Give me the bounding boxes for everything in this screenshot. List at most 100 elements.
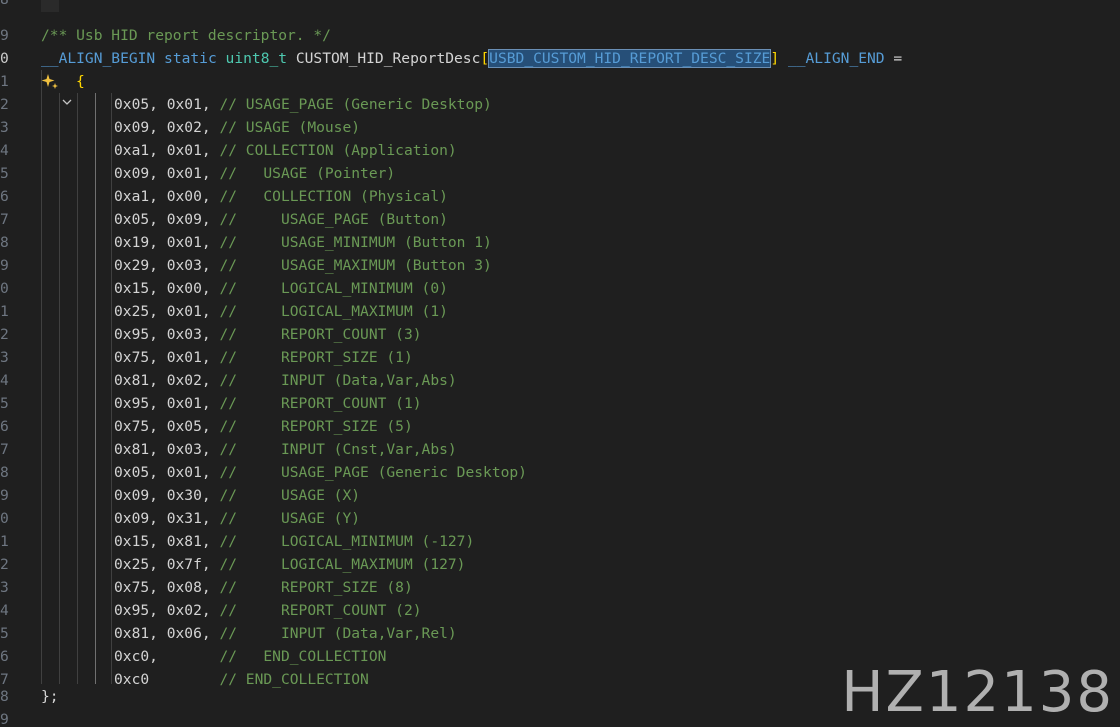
line-number: 4 bbox=[0, 602, 9, 619]
brace-open: { bbox=[76, 73, 85, 90]
descriptor-comment: // LOGICAL_MINIMUM (0) bbox=[219, 280, 448, 297]
descriptor-comment: // LOGICAL_MAXIMUM (1) bbox=[219, 303, 448, 320]
descriptor-comment: // LOGICAL_MAXIMUM (127) bbox=[219, 556, 466, 573]
descriptor-comment: // REPORT_SIZE (5) bbox=[219, 418, 413, 435]
line-number: 8 bbox=[0, 688, 9, 705]
line-number: 3 bbox=[0, 119, 9, 136]
line-number: 5 bbox=[0, 165, 9, 182]
align-end-macro[interactable]: __ALIGN_END bbox=[788, 50, 885, 67]
line-number: 5 bbox=[0, 625, 9, 642]
descriptor-comment: // REPORT_SIZE (1) bbox=[219, 349, 413, 366]
descriptor-line[interactable]: 5 0x81, 0x06, // INPUT (Data,Var,Rel) bbox=[0, 622, 1120, 645]
line-number: 1 bbox=[0, 73, 9, 90]
line-number: 9 bbox=[0, 487, 9, 504]
line-number: 9 bbox=[0, 27, 9, 44]
descriptor-comment: // REPORT_COUNT (3) bbox=[219, 326, 422, 343]
sparkle-icon[interactable] bbox=[40, 72, 60, 92]
line-number: 4 bbox=[0, 372, 9, 389]
type-name[interactable]: uint8_t bbox=[226, 50, 288, 67]
descriptor-bytes: 0x81, 0x02, bbox=[114, 372, 211, 389]
array-name[interactable]: CUSTOM_HID_ReportDesc bbox=[296, 50, 481, 67]
code-line[interactable]: 8 bbox=[0, 0, 1120, 11]
descriptor-comment: // USAGE (Pointer) bbox=[219, 165, 396, 182]
descriptor-line[interactable]: 5 0x09, 0x01, // USAGE (Pointer) bbox=[0, 162, 1120, 185]
descriptor-line[interactable]: 0 0x15, 0x00, // LOGICAL_MINIMUM (0) bbox=[0, 277, 1120, 300]
descriptor-comment: // COLLECTION (Application) bbox=[219, 142, 457, 159]
descriptor-line[interactable]: 3 0x75, 0x01, // REPORT_SIZE (1) bbox=[0, 346, 1120, 369]
line-number: 5 bbox=[0, 395, 9, 412]
descriptor-bytes: 0x15, 0x81, bbox=[114, 533, 211, 550]
descriptor-line[interactable]: 6 0xa1, 0x00, // COLLECTION (Physical) bbox=[0, 185, 1120, 208]
descriptor-bytes: 0x15, 0x00, bbox=[114, 280, 211, 297]
line-number: 0 bbox=[0, 50, 9, 67]
descriptor-bytes: 0x95, 0x01, bbox=[114, 395, 211, 412]
line-number: 3 bbox=[0, 349, 9, 366]
selected-size-macro[interactable]: USBD_CUSTOM_HID_REPORT_DESC_SIZE bbox=[488, 49, 772, 68]
line-number: 3 bbox=[0, 579, 9, 596]
descriptor-bytes: 0x09, 0x31, bbox=[114, 510, 211, 527]
line-number: 9 bbox=[0, 257, 9, 274]
descriptor-bytes: 0x75, 0x08, bbox=[114, 579, 211, 596]
descriptor-line[interactable]: 9 0x09, 0x30, // USAGE (X) bbox=[0, 484, 1120, 507]
descriptor-bytes: 0x81, 0x03, bbox=[114, 441, 211, 458]
line-number: 6 bbox=[0, 188, 9, 205]
descriptor-comment: // USAGE_MAXIMUM (Button 3) bbox=[219, 257, 492, 274]
descriptor-line[interactable]: 7 0x81, 0x03, // INPUT (Cnst,Var,Abs) bbox=[0, 438, 1120, 461]
equals-sign: = bbox=[893, 50, 903, 67]
descriptor-comment: // LOGICAL_MINIMUM (-127) bbox=[219, 533, 475, 550]
descriptor-bytes: 0x05, 0x01, bbox=[114, 96, 211, 113]
line-number: 6 bbox=[0, 648, 9, 665]
line-number: 6 bbox=[0, 418, 9, 435]
descriptor-line[interactable]: 1 0x15, 0x81, // LOGICAL_MINIMUM (-127) bbox=[0, 530, 1120, 553]
descriptor-bytes: 0x29, 0x03, bbox=[114, 257, 211, 274]
line-number: 8 bbox=[0, 464, 9, 481]
descriptor-bytes: 0x95, 0x02, bbox=[114, 602, 211, 619]
line-number: 2 bbox=[0, 96, 9, 113]
descriptor-line[interactable]: 3 0x75, 0x08, // REPORT_SIZE (8) bbox=[0, 576, 1120, 599]
descriptor-line[interactable]: 5 0x95, 0x01, // REPORT_COUNT (1) bbox=[0, 392, 1120, 415]
descriptor-line[interactable]: 3 0x09, 0x02, // USAGE (Mouse) bbox=[0, 116, 1120, 139]
descriptor-line[interactable]: 4 0x95, 0x02, // REPORT_COUNT (2) bbox=[0, 599, 1120, 622]
line-number: 7 bbox=[0, 211, 9, 228]
descriptor-line[interactable]: 2 0x25, 0x7f, // LOGICAL_MAXIMUM (127) bbox=[0, 553, 1120, 576]
descriptor-line[interactable]: 4 0x81, 0x02, // INPUT (Data,Var,Abs) bbox=[0, 369, 1120, 392]
descriptor-comment: // COLLECTION (Physical) bbox=[219, 188, 448, 205]
line-number: 7 bbox=[0, 441, 9, 458]
descriptor-bytes: 0x09, 0x01, bbox=[114, 165, 211, 182]
bracket-open: [ bbox=[480, 50, 490, 67]
descriptor-line[interactable]: 2 0x05, 0x01, // USAGE_PAGE (Generic Desk… bbox=[0, 93, 1120, 116]
align-begin-macro[interactable]: __ALIGN_BEGIN bbox=[41, 50, 155, 67]
descriptor-bytes: 0x05, 0x01, bbox=[114, 464, 211, 481]
descriptor-line[interactable]: 8 0x05, 0x01, // USAGE_PAGE (Generic Desk… bbox=[0, 461, 1120, 484]
descriptor-line[interactable]: 0 0x09, 0x31, // USAGE (Y) bbox=[0, 507, 1120, 530]
descriptor-line[interactable]: 4 0xa1, 0x01, // COLLECTION (Application) bbox=[0, 139, 1120, 162]
descriptor-bytes: 0x19, 0x01, bbox=[114, 234, 211, 251]
descriptor-line[interactable]: 6 0x75, 0x05, // REPORT_SIZE (5) bbox=[0, 415, 1120, 438]
code-line[interactable]: 9 /** Usb HID report descriptor. */ bbox=[0, 24, 1120, 47]
descriptor-line[interactable]: 8 0x19, 0x01, // USAGE_MINIMUM (Button 1) bbox=[0, 231, 1120, 254]
descriptor-comment: // USAGE (Mouse) bbox=[219, 119, 361, 136]
descriptor-line[interactable]: 1 0x25, 0x01, // LOGICAL_MAXIMUM (1) bbox=[0, 300, 1120, 323]
descriptor-bytes: 0x81, 0x06, bbox=[114, 625, 211, 642]
descriptor-comment: // REPORT_SIZE (8) bbox=[219, 579, 413, 596]
descriptor-bytes: 0x75, 0x05, bbox=[114, 418, 211, 435]
brace-close: }; bbox=[41, 688, 59, 705]
code-line-current[interactable]: 0 __ALIGN_BEGIN static uint8_t CUSTOM_HI… bbox=[0, 47, 1120, 70]
descriptor-comment: // REPORT_COUNT (1) bbox=[219, 395, 422, 412]
code-editor[interactable]: 8 9 /** Usb HID report descriptor. */ 0 … bbox=[0, 0, 1120, 727]
descriptor-line[interactable]: 7 0x05, 0x09, // USAGE_PAGE (Button) bbox=[0, 208, 1120, 231]
watermark-text: HZ12138 bbox=[841, 660, 1114, 725]
descriptor-comment: // END_COLLECTION bbox=[219, 648, 387, 665]
line-number: 0 bbox=[0, 280, 9, 297]
line-number: 0 bbox=[0, 510, 9, 527]
descriptor-line[interactable]: 9 0x29, 0x03, // USAGE_MAXIMUM (Button 3) bbox=[0, 254, 1120, 277]
descriptor-comment: // USAGE_PAGE (Generic Desktop) bbox=[219, 96, 492, 113]
line-number: 4 bbox=[0, 142, 9, 159]
line-number: 1 bbox=[0, 533, 9, 550]
bracket-close: ] bbox=[770, 50, 780, 67]
descriptor-bytes: 0xa1, 0x01, bbox=[114, 142, 211, 159]
descriptor-comment: // USAGE_PAGE (Button) bbox=[219, 211, 448, 228]
descriptor-comment: // USAGE_PAGE (Generic Desktop) bbox=[219, 464, 527, 481]
descriptor-line[interactable]: 2 0x95, 0x03, // REPORT_COUNT (3) bbox=[0, 323, 1120, 346]
code-line[interactable]: 1 { bbox=[0, 70, 1120, 105]
